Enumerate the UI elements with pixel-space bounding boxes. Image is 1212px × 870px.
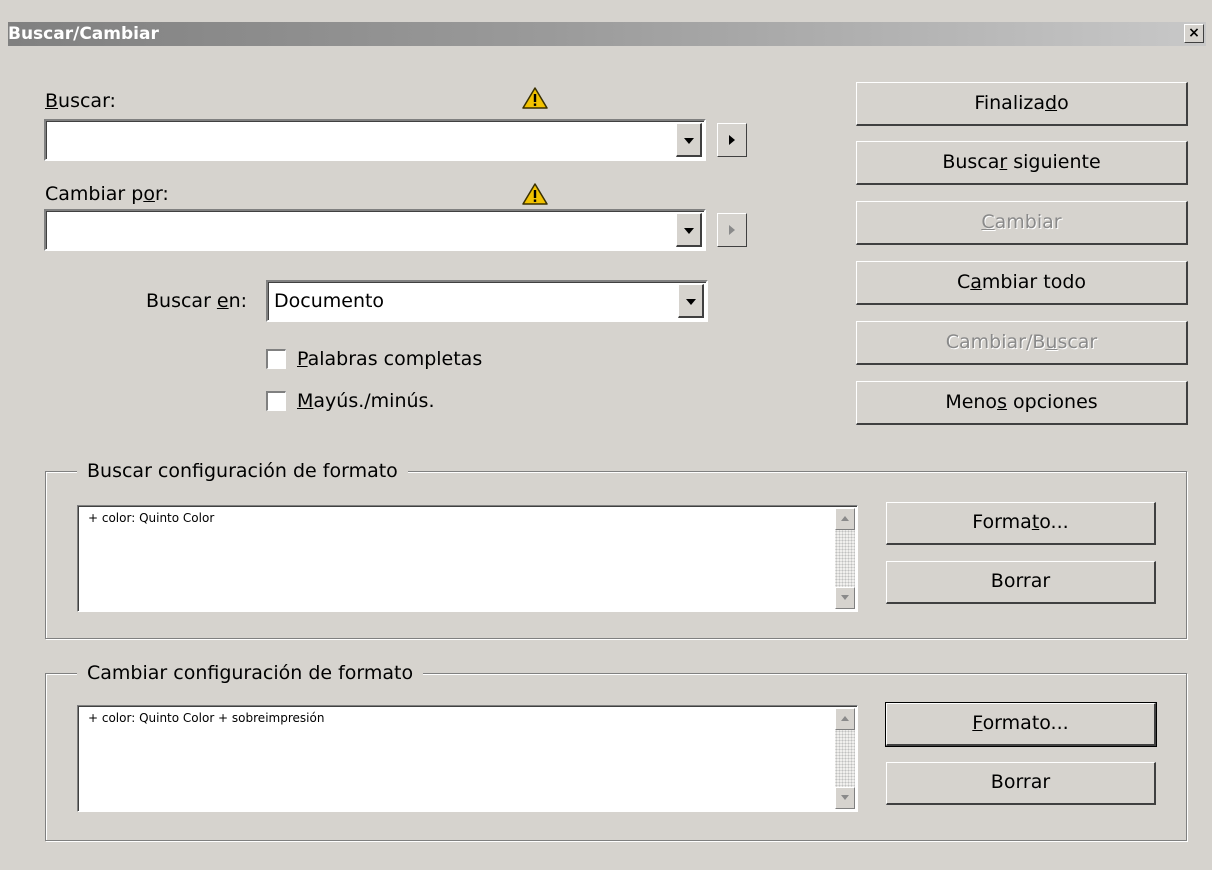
replace-input[interactable]	[44, 209, 706, 251]
change-format-list[interactable]: + color: Quinto Color + sobreimpresión	[77, 705, 858, 812]
search-in-dropdown-button[interactable]	[678, 284, 704, 318]
done-button[interactable]: Finalizado	[856, 82, 1188, 126]
find-label: Buscar:	[45, 90, 116, 112]
change-all-button[interactable]: Cambiar todo	[856, 261, 1188, 305]
find-format-button[interactable]: Formato...	[886, 502, 1156, 545]
change-format-clear-button[interactable]: Borrar	[886, 762, 1156, 805]
warning-icon	[522, 87, 548, 109]
find-format-scrollbar[interactable]	[835, 508, 855, 609]
search-in-select[interactable]: Documento	[266, 280, 708, 322]
change-format-legend: Cambiar configuración de formato	[77, 662, 424, 684]
scroll-up-arrow-icon	[841, 716, 849, 721]
find-special-chars-button[interactable]	[717, 123, 747, 157]
scroll-down-button[interactable]	[835, 787, 855, 809]
title-bar: Buscar/Cambiar ×	[8, 22, 1206, 46]
replace-dropdown-button[interactable]	[676, 213, 702, 247]
change-format-scrollbar[interactable]	[835, 708, 855, 809]
close-button[interactable]: ×	[1184, 24, 1204, 43]
replace-special-chars-button[interactable]	[717, 213, 747, 247]
find-dropdown-button[interactable]	[676, 123, 702, 157]
change-find-button[interactable]: Cambiar/Buscar	[856, 321, 1188, 365]
match-case-label[interactable]: Mayús./minús.	[297, 390, 435, 412]
change-button[interactable]: Cambiar	[856, 201, 1188, 245]
window-title: Buscar/Cambiar	[8, 24, 159, 44]
find-format-legend: Buscar configuración de formato	[77, 460, 408, 482]
find-input[interactable]	[44, 119, 706, 161]
chevron-down-icon	[685, 299, 696, 305]
fewer-options-button[interactable]: Menos opciones	[856, 381, 1188, 425]
find-format-clear-button[interactable]: Borrar	[886, 561, 1156, 604]
close-icon: ×	[1188, 25, 1200, 41]
change-format-button[interactable]: Formato...	[885, 702, 1157, 747]
chevron-down-icon	[683, 138, 694, 144]
scrollbar-track[interactable]	[835, 530, 855, 587]
scrollbar-track[interactable]	[835, 730, 855, 787]
play-arrow-icon	[729, 225, 735, 235]
warning-icon	[522, 183, 548, 205]
find-format-text: + color: Quinto Color	[88, 511, 215, 525]
replace-label: Cambiar por:	[45, 183, 169, 205]
whole-words-checkbox[interactable]	[266, 349, 286, 369]
search-in-label: Buscar en:	[146, 290, 248, 312]
scroll-up-button[interactable]	[835, 708, 855, 730]
chevron-down-icon	[683, 228, 694, 234]
change-format-text: + color: Quinto Color + sobreimpresión	[88, 711, 325, 725]
find-next-button[interactable]: Buscar siguiente	[856, 141, 1188, 185]
scroll-down-button[interactable]	[835, 587, 855, 609]
scroll-down-arrow-icon	[841, 795, 849, 800]
find-format-list[interactable]: + color: Quinto Color	[77, 505, 858, 612]
scroll-down-arrow-icon	[841, 595, 849, 600]
scroll-up-arrow-icon	[841, 516, 849, 521]
scroll-up-button[interactable]	[835, 508, 855, 530]
whole-words-label[interactable]: Palabras completas	[297, 348, 482, 370]
search-in-selected-value: Documento	[274, 290, 385, 312]
match-case-checkbox[interactable]	[266, 391, 286, 411]
play-arrow-icon	[729, 135, 735, 145]
